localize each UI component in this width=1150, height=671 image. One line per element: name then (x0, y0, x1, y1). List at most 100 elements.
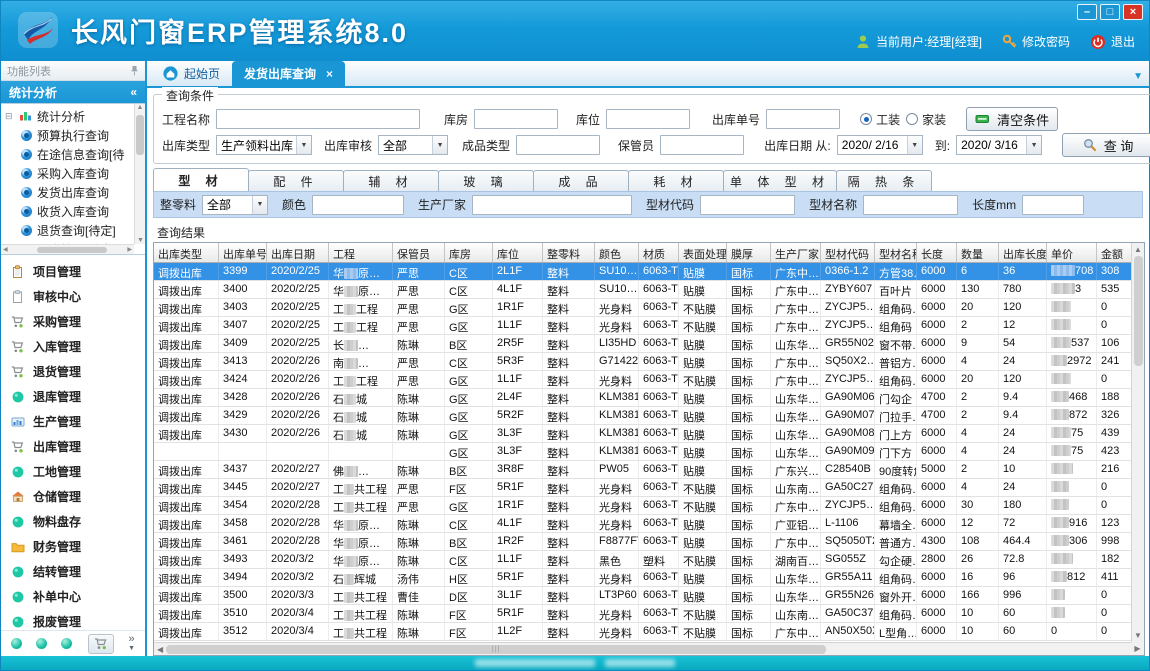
grid-column-header[interactable]: 表面处理 (679, 243, 727, 262)
circle-icon[interactable] (61, 638, 72, 649)
outbound-type-select[interactable]: 生产领料出库 ▼ (216, 135, 312, 155)
tree-root[interactable]: ⊟统计分析 (5, 106, 145, 126)
filter-input[interactable] (1022, 195, 1084, 215)
tab-overflow-icon[interactable]: ▼ (1133, 71, 1143, 82)
date-from-select[interactable]: 2020/ 2/16 ▼ (837, 135, 923, 155)
grid-column-header[interactable]: 整零料 (543, 243, 595, 262)
sidebar-item[interactable]: 审核中心 (1, 284, 145, 309)
scrollbar-thumb[interactable] (1134, 256, 1143, 366)
scroll-down-icon[interactable]: ▼ (137, 237, 144, 244)
tree-item[interactable]: 发货出库查询 (5, 183, 145, 202)
sidebar-item[interactable]: 生产管理 (1, 409, 145, 434)
sidebar-item[interactable]: 物料盘存 (1, 509, 145, 534)
grid-column-header[interactable]: 型材名称 (875, 243, 917, 262)
table-row[interactable]: 调拨出库34372020/2/27佛…陈琳B区3R8F整料PW056063-T5… (154, 461, 1131, 479)
grid-column-header[interactable]: 数量 (957, 243, 999, 262)
scrollbar-thumb[interactable] (37, 247, 107, 253)
grid-column-header[interactable]: 材质 (639, 243, 679, 262)
tree-vertical-scrollbar[interactable]: ▲ ▼ (134, 104, 145, 244)
grid-column-header[interactable]: 型材代码 (821, 243, 875, 262)
date-to-select[interactable]: 2020/ 3/16 ▼ (956, 135, 1042, 155)
table-row[interactable]: 调拨出库34302020/2/26石城陈琳G区3L3F整料KLM38176063… (154, 425, 1131, 443)
chevron-down-icon[interactable]: ▼ (296, 136, 311, 154)
grid-column-header[interactable]: 出库日期 (267, 243, 329, 262)
maximize-button[interactable]: □ (1100, 4, 1120, 20)
grid-column-header[interactable]: 生产厂家 (771, 243, 821, 262)
table-row[interactable]: 调拨出库35122020/3/4工共工程陈琳F区1L2F整料光身料6063-T5… (154, 623, 1131, 641)
tab-close-icon[interactable]: × (326, 67, 333, 81)
table-row[interactable]: 调拨出库34292020/2/26石城陈琳G区5R2F整料KLM38176063… (154, 407, 1131, 425)
tree-item[interactable]: 收货入库查询 (5, 202, 145, 221)
tree-item[interactable]: 预算执行查询 (5, 126, 145, 145)
grid-vertical-scrollbar[interactable]: ▲ ▼ (1131, 243, 1144, 642)
scroll-right-icon[interactable]: ▶ (127, 246, 132, 253)
clear-conditions-button[interactable]: 清空条件 (966, 107, 1058, 131)
material-tab[interactable]: 配 件 (248, 170, 344, 191)
sidebar-item[interactable]: 仓储管理 (1, 484, 145, 509)
search-button[interactable]: 查 询 (1062, 133, 1150, 157)
table-row[interactable]: 调拨出库34582020/2/28华原…陈琳C区4L1F整料光身料6063-T5… (154, 515, 1131, 533)
tree-item[interactable]: 退货查询[待定] (5, 221, 145, 240)
table-row[interactable]: 调拨出库34072020/2/25工工程严思G区1L1F整料光身料6063-T5… (154, 317, 1131, 335)
tree-horizontal-scrollbar[interactable]: ◀ ▶ (1, 244, 134, 254)
sidebar-item[interactable]: 退货管理 (1, 359, 145, 384)
table-row[interactable]: 调拨出库34542020/2/28工共工程严思G区1R1F整料光身料6063-T… (154, 497, 1131, 515)
table-row[interactable]: 调拨出库34612020/2/28华原…陈琳B区1R2F整料F8877FT606… (154, 533, 1131, 551)
material-tab[interactable]: 辅 材 (343, 170, 439, 191)
radio-jiazhuang[interactable]: 家装 (906, 111, 946, 128)
table-row[interactable]: G区3L3F整料KLM38176063-T5贴膜国标山东华…GA90M09…门下… (154, 443, 1131, 461)
sidebar-item[interactable]: 财务管理 (1, 534, 145, 559)
scroll-up-icon[interactable]: ▲ (1134, 245, 1142, 254)
tab-shipping-outbound-query[interactable]: 发货出库查询 × (232, 61, 345, 86)
grid-column-header[interactable]: 出库类型 (154, 243, 219, 262)
table-row[interactable]: 调拨出库34242020/2/26工工程严思G区1L1F整料光身料6063-T5… (154, 371, 1131, 389)
table-row[interactable]: 调拨出库33992020/2/25华原…严思C区2L1F整料SU10…6063-… (154, 263, 1131, 281)
sidebar-item[interactable]: 工地管理 (1, 459, 145, 484)
filter-input[interactable] (312, 195, 404, 215)
warehouse-input[interactable] (474, 109, 558, 129)
logout-button[interactable]: 退出 (1090, 33, 1135, 50)
cart-shortcut-button[interactable] (88, 634, 114, 654)
chevron-down-icon[interactable]: ▼ (1026, 136, 1041, 154)
grid-column-header[interactable]: 膜厚 (727, 243, 771, 262)
table-row[interactable]: 调拨出库35102020/3/4工共工程陈琳F区5R1F整料光身料6063-T5… (154, 605, 1131, 623)
table-row[interactable]: 调拨出库34092020/2/25长…陈琳B区2R5F整料LI35HD6063-… (154, 335, 1131, 353)
circle-icon[interactable] (11, 638, 22, 649)
material-tab[interactable]: 耗 材 (628, 170, 724, 191)
sidebar-item[interactable]: 出库管理 (1, 434, 145, 459)
chevron-down-icon[interactable]: ▼ (432, 136, 447, 154)
scrollbar-thumb[interactable] (136, 115, 144, 155)
sidebar-section-header[interactable]: 统计分析 « (1, 81, 145, 103)
location-input[interactable] (606, 109, 690, 129)
grid-horizontal-scrollbar[interactable]: ◀ ||| (154, 642, 1131, 655)
table-row[interactable]: 调拨出库34942020/3/2石辉城汤伟H区5R1F整料光身料6063-T5贴… (154, 569, 1131, 587)
minimize-button[interactable]: – (1077, 4, 1097, 20)
table-row[interactable]: 调拨出库34452020/2/27工共工程严思F区5R1F整料光身料6063-T… (154, 479, 1131, 497)
table-row[interactable]: 调拨出库34932020/3/2华原…陈琳C区1L1F整料黑色塑料不贴膜国标湖南… (154, 551, 1131, 569)
material-tab[interactable]: 隔 热 条 (836, 170, 932, 191)
outbound-order-input[interactable] (766, 109, 840, 129)
material-tab[interactable]: 玻 璃 (438, 170, 534, 191)
grid-column-header[interactable]: 金额 (1097, 243, 1131, 262)
change-password-button[interactable]: 修改密码 (1002, 33, 1070, 50)
collapse-icon[interactable]: « (130, 85, 137, 99)
scroll-left-icon[interactable]: ◀ (3, 246, 8, 253)
grid-column-header[interactable]: 保管员 (393, 243, 445, 262)
product-type-input[interactable] (516, 135, 600, 155)
table-row[interactable]: 调拨出库34282020/2/26石城陈琳G区2L4F整料KLM38176063… (154, 389, 1131, 407)
circle-icon[interactable] (36, 638, 47, 649)
table-row[interactable]: 调拨出库34032020/2/25工工程严思G区1R1F整料光身料6063-T5… (154, 299, 1131, 317)
more-chevrons-icon[interactable]: »▼ (128, 635, 135, 653)
table-row[interactable]: 调拨出库34132020/2/26南…严思C区5R3F整料G714226063-… (154, 353, 1131, 371)
whole-part-select[interactable]: 全部 ▼ (202, 195, 268, 215)
scroll-down-icon[interactable]: ▼ (1134, 631, 1142, 640)
chevron-down-icon[interactable]: ▼ (252, 196, 267, 214)
filter-input[interactable] (863, 195, 958, 215)
tree-item[interactable]: 采购入库查询 (5, 164, 145, 183)
grid-column-header[interactable]: 颜色 (595, 243, 639, 262)
grid-column-header[interactable]: 出库长度 (999, 243, 1047, 262)
grid-column-header[interactable]: 工程 (329, 243, 393, 262)
pin-icon[interactable] (130, 65, 139, 76)
outbound-audit-select[interactable]: 全部 ▼ (378, 135, 448, 155)
material-tab[interactable]: 单 体 型 材 (723, 170, 837, 191)
